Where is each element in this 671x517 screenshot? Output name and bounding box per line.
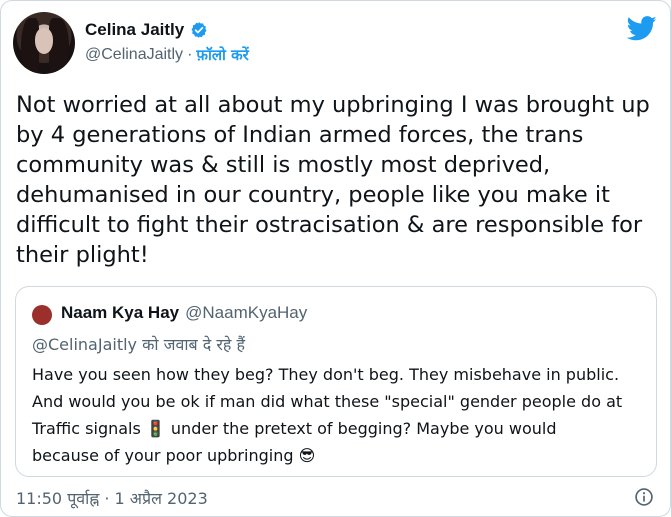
author-handle[interactable]: @CelinaJaitly: [85, 46, 183, 64]
quoted-line: Have you seen how they beg? They don't b…: [32, 365, 620, 384]
follow-button[interactable]: फ़ॉलो करें: [196, 45, 248, 65]
quoted-avatar[interactable]: [32, 305, 52, 325]
quoted-line: And would you be ok if man did what thes…: [32, 392, 623, 411]
quoted-text: Have you seen how they beg? They don't b…: [32, 361, 644, 469]
tweet-text: Not worried at all about my upbringing I…: [16, 92, 650, 268]
quoted-author-handle[interactable]: @NaamKyaHay: [185, 303, 307, 323]
author-name-row[interactable]: Celina Jaitly: [85, 20, 208, 40]
timestamp[interactable]: 11:50 पूर्वाह्न · 1 अप्रैल 2023: [16, 487, 208, 509]
separator-dot: ·: [187, 46, 193, 63]
quoted-tweet[interactable]: Naam Kya Hay @NaamKyaHay @CelinaJaitly क…: [15, 286, 657, 477]
avatar[interactable]: [13, 12, 75, 74]
quoted-author-name[interactable]: Naam Kya Hay: [61, 303, 179, 323]
author-handle-row: @CelinaJaitly · फ़ॉलो करें: [85, 45, 249, 65]
quoted-author-row[interactable]: Naam Kya Hay @NaamKyaHay: [61, 303, 307, 323]
verified-badge-icon: [191, 22, 207, 38]
replying-to-line: @CelinaJaitly को जवाब दे रहे हैं: [32, 335, 245, 354]
quoted-line: because of your poor upbringing 😎: [32, 446, 316, 465]
author-name[interactable]: Celina Jaitly: [85, 20, 184, 40]
twitter-bird-icon[interactable]: [627, 16, 657, 41]
info-icon[interactable]: [634, 487, 654, 507]
quoted-line: Traffic signals 🚦 under the pretext of b…: [32, 419, 557, 438]
